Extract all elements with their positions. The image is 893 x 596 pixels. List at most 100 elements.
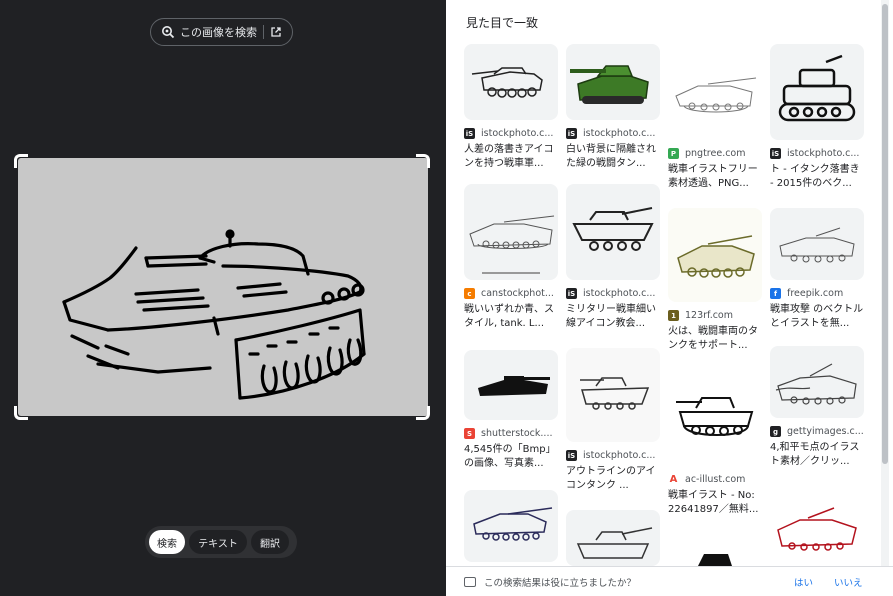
result-thumbnail[interactable] [464, 44, 558, 120]
result-card[interactable] [668, 534, 762, 566]
result-source[interactable]: 123rf.com [685, 310, 733, 321]
result-title[interactable]: 戦車イラスト - No: 22641897／無料... [668, 489, 762, 517]
search-this-image-label: この画像を検索 [180, 26, 257, 39]
crop-handle-top-right[interactable] [416, 154, 430, 168]
open-external-icon[interactable] [270, 26, 282, 38]
result-thumbnail[interactable] [464, 350, 558, 420]
result-source[interactable]: istockphoto.c... [583, 450, 655, 461]
favicon-icon: c [464, 288, 475, 299]
result-thumbnail[interactable] [464, 184, 558, 280]
feedback-yes-link[interactable]: はい [794, 575, 813, 589]
tank-sketch-image [62, 229, 366, 400]
result-card[interactable]: Aac-illust.com 戦車イラスト - No: 22641897／無料.… [668, 372, 762, 517]
result-source[interactable]: pngtree.com [685, 148, 746, 159]
result-title[interactable]: 4,和平モ点のイラスト素材／クリッ... [770, 441, 864, 469]
result-card[interactable] [464, 490, 558, 562]
selected-image-preview[interactable] [18, 158, 428, 416]
result-thumbnail[interactable] [668, 44, 762, 140]
result-title[interactable]: ミリタリー戦車細い線アイコン教会... [566, 303, 660, 331]
crop-handle-bottom-left[interactable] [14, 406, 28, 420]
result-source[interactable]: istockphoto.c... [583, 288, 655, 299]
result-thumbnail[interactable] [668, 534, 762, 566]
result-card[interactable] [770, 486, 864, 564]
search-this-image-button[interactable]: この画像を検索 [150, 18, 293, 46]
result-source[interactable]: canstockphot... [481, 288, 554, 299]
cartoon-tank-image [778, 54, 856, 122]
result-source[interactable]: gettyimages.c... [787, 426, 864, 437]
result-card[interactable]: f freepik.com 戦車攻撃 のベクトルとイラストを無... [770, 208, 864, 331]
result-title[interactable]: 4,545件の「Bmp」の画像、写真素... [464, 443, 558, 471]
favicon-icon: iS [464, 128, 475, 139]
crop-handle-bottom-right[interactable] [416, 406, 430, 420]
result-title[interactable]: 人差の落書きアイコンを持つ戦車軍... [464, 143, 558, 171]
result-card[interactable]: iS istockphoto.c... 人差の落書きアイコンを持つ戦車軍... [464, 44, 558, 171]
mode-search-tab[interactable]: 検索 [149, 530, 185, 554]
tank-silhouette-image [698, 554, 732, 566]
tank-icon-image [572, 207, 654, 251]
result-thumbnail[interactable] [566, 510, 660, 566]
result-thumbnail[interactable] [770, 44, 864, 140]
mode-translate-tab[interactable]: 翻訳 [251, 530, 289, 554]
crop-handle-top-left[interactable] [14, 154, 28, 168]
result-title[interactable]: 戦車攻撃 のベクトルとイラストを無... [770, 303, 864, 331]
scrollbar-thumb[interactable] [882, 4, 888, 464]
result-title[interactable]: 戦車イラストフリー素材透過、PNG... [668, 163, 762, 191]
tank-sketch-thumbnail [675, 77, 757, 113]
favicon-icon: iS [566, 288, 577, 299]
result-card[interactable] [566, 510, 660, 566]
result-thumbnail[interactable] [566, 184, 660, 280]
result-source[interactable]: freepik.com [787, 288, 843, 299]
result-card[interactable]: Sshutterstock.... 4,545件の「Bmp」の画像、写真素... [464, 350, 558, 471]
result-thumbnail[interactable] [668, 208, 762, 302]
favicon-icon: S [464, 428, 475, 439]
favicon-icon: iS [566, 450, 577, 461]
tank-line-art-image [676, 397, 754, 436]
result-card[interactable]: iS istockphoto.c... ト - イタンク落書き - 2015件のベ… [770, 44, 864, 191]
result-title[interactable]: ト - イタンク落書き - 2015件のベク... [770, 163, 864, 191]
green-tank-image [570, 65, 649, 104]
result-card[interactable]: 1 123rf.com 火は、戦闘車両のタンクをサポート... [668, 208, 762, 353]
result-source[interactable]: istockphoto.c... [787, 148, 859, 159]
tank-sketch-thumbnail [779, 227, 855, 263]
left-pane: この画像を検索 検索 テキスト 翻訳 [0, 0, 446, 596]
result-thumbnail[interactable] [770, 208, 864, 280]
feedback-question: この検索結果は役に立ちましたか？ [484, 577, 637, 589]
result-card[interactable]: g gettyimages.c... 4,和平モ点のイラスト素材／クリッ... [770, 346, 864, 469]
result-card[interactable]: Ppngtree.com 戦車イラストフリー素材透過、PNG... [668, 44, 762, 191]
result-source[interactable]: istockphoto.c... [481, 128, 553, 139]
result-title[interactable]: アウトラインのアイコンタンク ... [566, 465, 660, 493]
feedback-no-link[interactable]: いいえ [834, 575, 863, 589]
favicon-icon: iS [770, 148, 781, 159]
result-source[interactable]: ac-illust.com [685, 474, 745, 485]
result-thumbnail[interactable] [770, 346, 864, 418]
mode-switcher: 検索 テキスト 翻訳 [145, 526, 297, 558]
result-thumbnail[interactable] [566, 44, 660, 120]
result-thumbnail[interactable] [668, 372, 762, 466]
result-thumbnail[interactable] [770, 486, 864, 564]
result-title[interactable]: 火は、戦闘車両のタンクをサポート... [668, 325, 762, 353]
results-scrollbar[interactable] [881, 0, 889, 566]
favicon-icon: A [668, 474, 679, 485]
tank-silhouette-image [478, 376, 550, 396]
feedback-icon [464, 576, 476, 587]
result-title[interactable]: 白い背景に隔離された緑の戦闘タン... [566, 143, 660, 171]
result-source[interactable]: shutterstock.... [481, 428, 552, 439]
favicon-icon: 1 [668, 310, 679, 321]
result-card[interactable]: iS istockphoto.c... アウトラインのアイコンタンク ... [566, 348, 660, 493]
result-source[interactable]: istockphoto.c... [583, 128, 655, 139]
lens-icon [162, 26, 175, 39]
favicon-icon: f [770, 288, 781, 299]
favicon-icon: P [668, 148, 679, 159]
tank-thumbnail-image [471, 67, 543, 98]
divider [263, 25, 264, 39]
result-card[interactable]: iS istockphoto.c... ミリタリー戦車細い線アイコン教会... [566, 184, 660, 331]
tank-outline-image [580, 377, 650, 410]
result-thumbnail[interactable] [464, 490, 558, 562]
results-heading: 見た目で一致 [466, 16, 539, 30]
mode-text-tab[interactable]: テキスト [189, 530, 247, 554]
result-thumbnail[interactable] [566, 348, 660, 442]
result-title[interactable]: 戦いいずれか青、スタイル, tank. L... [464, 303, 558, 331]
result-card[interactable]: c canstockphot... 戦いいずれか青、スタイル, tank. L..… [464, 184, 558, 331]
feedback-bar: この検索結果は役に立ちましたか？ はい いいえ [446, 566, 893, 596]
result-card[interactable]: iS istockphoto.c... 白い背景に隔離された緑の戦闘タン... [566, 44, 660, 171]
